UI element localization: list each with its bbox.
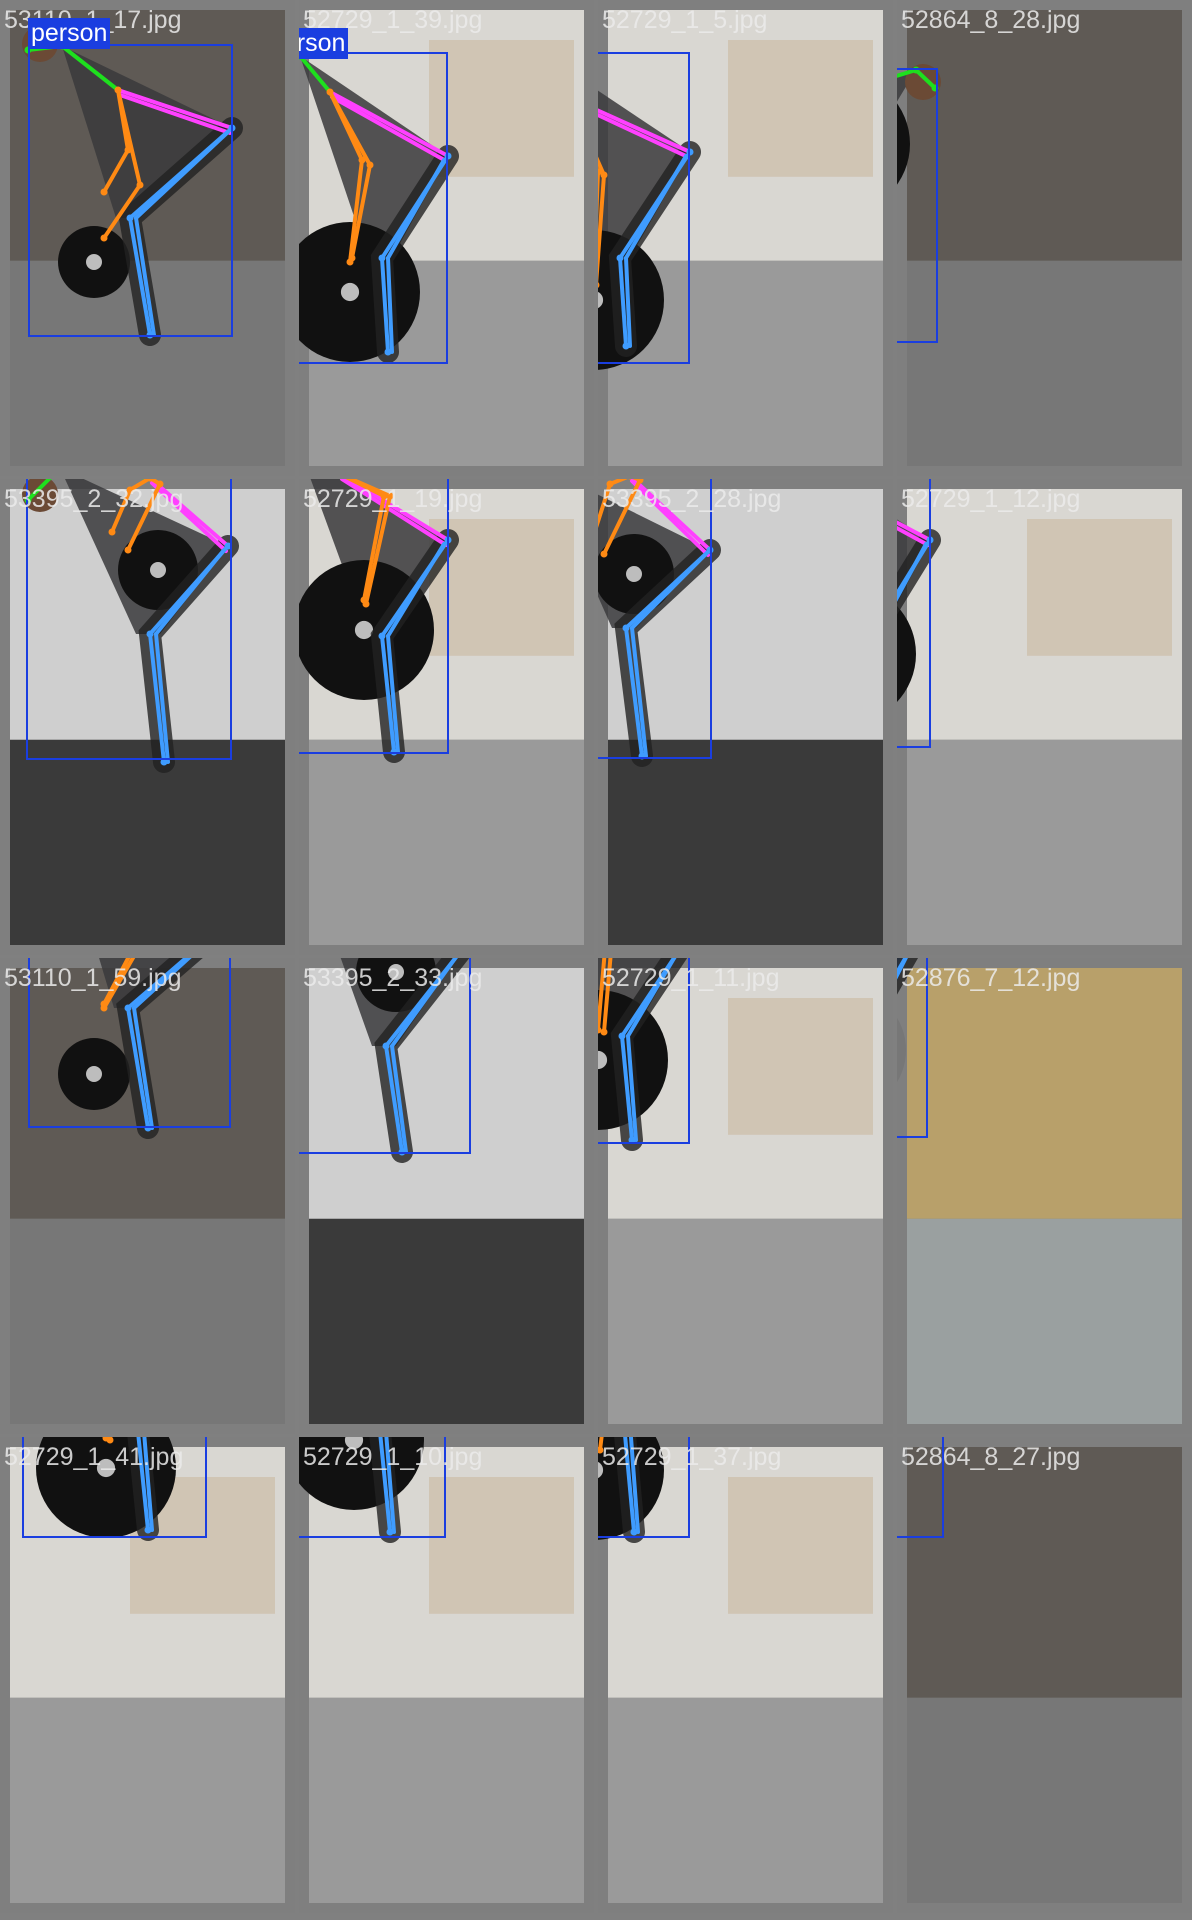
result-tile: 52864_8_27.jpgperson	[897, 1437, 1192, 1913]
door	[728, 998, 873, 1135]
wall	[907, 10, 1182, 261]
detection-results-grid: 53110_1_17.jpgperson52729_1_39.jpgperson…	[0, 0, 1192, 1920]
floor	[608, 1218, 883, 1424]
floor	[608, 1697, 883, 1903]
floor	[10, 1218, 285, 1424]
door	[429, 1477, 574, 1614]
door	[728, 40, 873, 177]
result-tile: 52876_7_12.jpgperson	[897, 958, 1192, 1434]
result-tile: 53395_2_32.jpgperson	[0, 479, 295, 955]
person-bounding-box	[897, 68, 938, 343]
photo-background	[897, 958, 1182, 1424]
floor	[309, 739, 584, 945]
person-bounding-box	[598, 52, 690, 364]
result-tile: 53395_2_28.jpgperson	[598, 479, 893, 955]
person-bounding-box	[28, 44, 233, 337]
door	[1027, 519, 1172, 656]
person-bounding-box	[598, 1437, 690, 1538]
result-tile: 53110_1_17.jpgperson	[0, 0, 295, 476]
photo-background	[897, 10, 1182, 466]
floor	[10, 1697, 285, 1903]
floor	[907, 1218, 1182, 1424]
floor	[10, 739, 285, 945]
result-tile: 52729_1_12.jpgperson	[897, 479, 1192, 955]
person-bounding-box	[299, 1437, 446, 1538]
floor	[907, 1697, 1182, 1903]
result-tile: 53110_1_59.jpgperson	[0, 958, 295, 1434]
result-tile: 52729_1_37.jpgperson	[598, 1437, 893, 1913]
person-bounding-box	[299, 958, 471, 1154]
person-bounding-box	[22, 1437, 207, 1538]
result-tile: 52729_1_11.jpgperson	[598, 958, 893, 1434]
person-bounding-box	[598, 958, 690, 1144]
result-tile: 52729_1_10.jpgperson	[299, 1437, 594, 1913]
photo-background	[897, 489, 1182, 945]
result-tile: 52729_1_39.jpgperson	[299, 0, 594, 476]
result-tile: 52729_1_5.jpgperson	[598, 0, 893, 476]
person-bounding-box	[897, 479, 931, 748]
floor	[608, 739, 883, 945]
class-label: person	[28, 18, 111, 49]
result-tile: 53395_2_33.jpgperson	[299, 958, 594, 1434]
result-tile: 52864_8_28.jpgperson	[897, 0, 1192, 476]
wall	[907, 968, 1182, 1219]
floor	[309, 1218, 584, 1424]
person-bounding-box	[598, 479, 712, 759]
floor	[907, 260, 1182, 466]
person-bounding-box	[28, 958, 231, 1128]
result-tile: 52729_1_41.jpgperson	[0, 1437, 295, 1913]
floor	[907, 739, 1182, 945]
floor	[309, 1697, 584, 1903]
class-label: person	[299, 28, 349, 59]
result-tile: 52729_1_19.jpgperson	[299, 479, 594, 955]
person-bounding-box	[897, 1437, 944, 1538]
person-bounding-box	[299, 479, 449, 754]
person-bounding-box	[897, 958, 928, 1138]
door	[728, 1477, 873, 1614]
person-bounding-box	[26, 479, 232, 760]
person-bounding-box	[299, 52, 448, 364]
wall	[907, 1447, 1182, 1698]
